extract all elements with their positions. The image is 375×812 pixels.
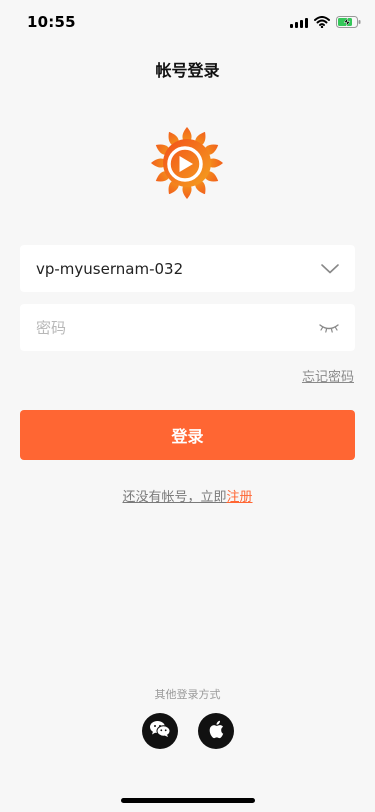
wifi-icon	[314, 16, 330, 28]
cellular-signal-icon	[290, 17, 308, 28]
register-prompt: 还没有帐号，立即注册	[0, 486, 375, 505]
password-field[interactable]: 密码	[20, 304, 355, 351]
page-title: 帐号登录	[155, 61, 220, 80]
username-field[interactable]: vp-myusernam-032	[20, 245, 355, 292]
apple-icon	[208, 720, 224, 743]
password-input[interactable]: 密码	[36, 317, 315, 338]
wechat-login-button[interactable]	[142, 713, 178, 749]
status-time: 10:55	[27, 13, 76, 31]
sunflower-play-logo-icon	[145, 121, 229, 205]
battery-charging-icon	[336, 16, 361, 28]
forgot-password-link[interactable]: 忘记密码	[302, 366, 354, 385]
chevron-down-icon[interactable]	[315, 263, 339, 274]
status-icons	[290, 15, 361, 29]
status-bar: 10:55	[0, 0, 375, 44]
register-prompt-text: 还没有帐号，立即	[122, 490, 227, 505]
closed-eye-icon[interactable]	[315, 323, 339, 333]
login-button[interactable]: 登录	[20, 410, 355, 460]
other-login-label: 其他登录方式	[154, 688, 221, 701]
username-input[interactable]: vp-myusernam-032	[36, 260, 315, 278]
home-indicator	[121, 798, 255, 803]
wechat-icon	[149, 720, 171, 742]
apple-login-button[interactable]	[198, 713, 234, 749]
register-link[interactable]: 注册	[227, 490, 253, 505]
